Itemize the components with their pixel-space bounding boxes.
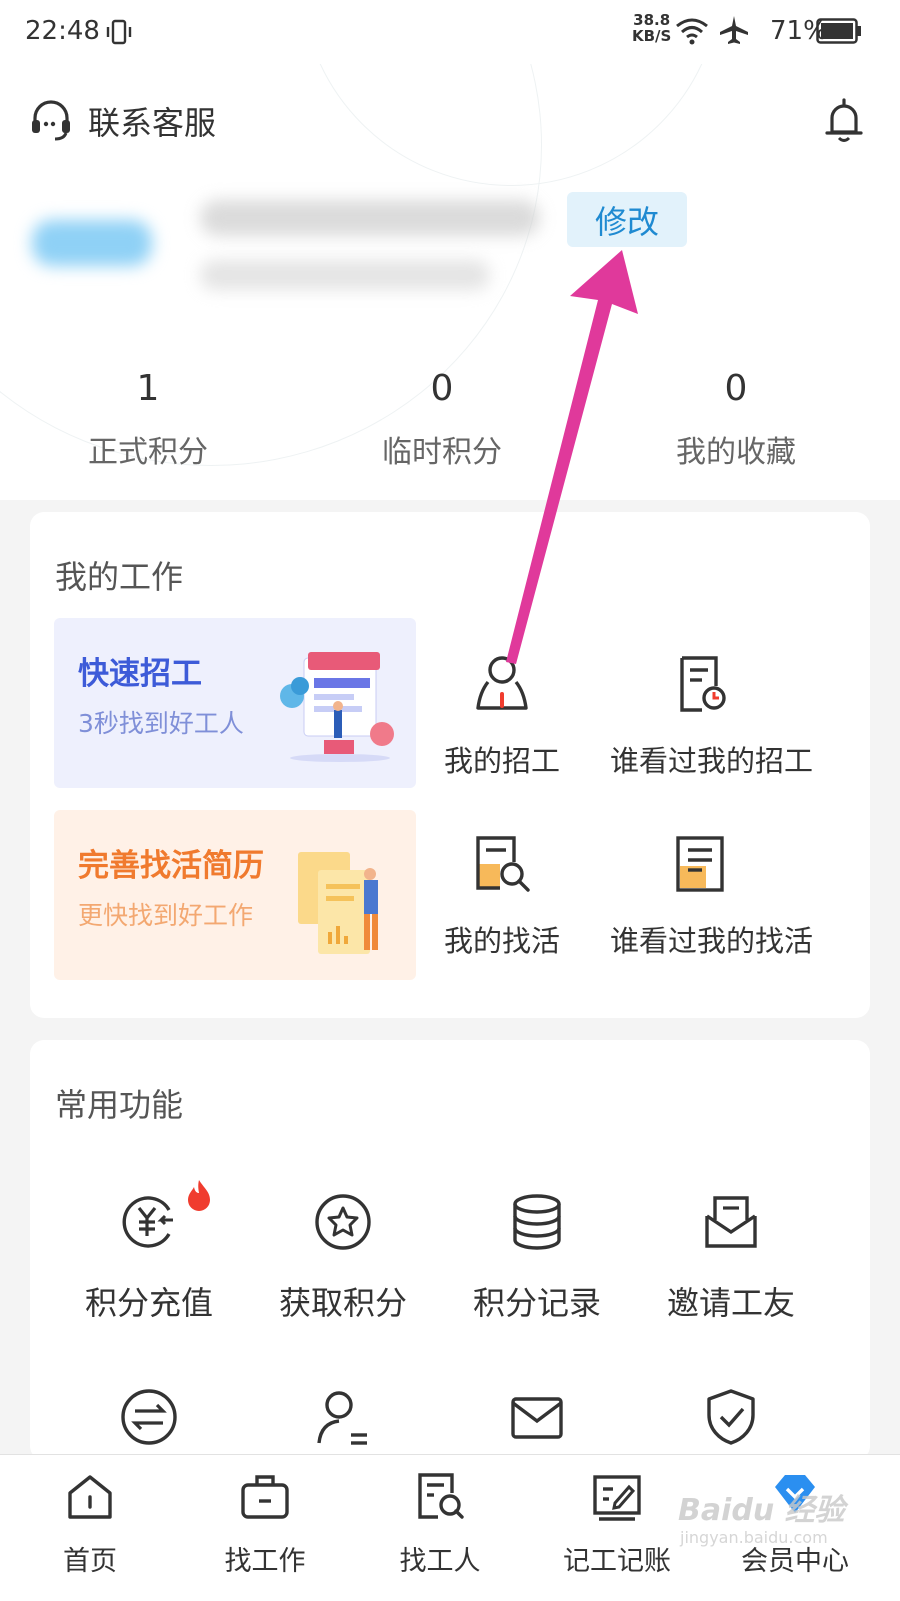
promo-subtitle: 3秒找到好工人: [78, 709, 244, 738]
avatar-blur: [32, 220, 152, 266]
edit-profile-button[interactable]: 修改: [567, 192, 687, 247]
my-work-card: 我的工作 快速招工 3秒找到好工人 完善找活简历 更快找到好工作 我的招工 谁看…: [30, 512, 870, 1018]
home-icon: [68, 1475, 112, 1519]
promo-title: 快速招工: [78, 656, 202, 692]
common-functions-title: 常用功能: [55, 1086, 184, 1124]
star-icon: [315, 1194, 371, 1250]
worker-icon: [476, 656, 528, 710]
stat-temp-points[interactable]: 0 临时积分: [322, 368, 562, 471]
stat-value: 1: [136, 368, 160, 409]
exchange-icon: [121, 1389, 177, 1445]
exchange-item[interactable]: [50, 1385, 248, 1453]
promo-title: 完善找活简历: [78, 848, 264, 884]
baidu-watermark: Baidu 经验: [678, 1493, 845, 1528]
nav-label: 找工人: [399, 1546, 481, 1577]
security-item[interactable]: [632, 1385, 830, 1453]
stat-label: 临时积分: [382, 435, 502, 470]
stat-label: 我的收藏: [676, 435, 796, 470]
get-points-item[interactable]: 获取积分: [244, 1190, 442, 1324]
my-job-search-item[interactable]: 我的找活: [412, 832, 592, 960]
wifi-icon: [676, 18, 708, 45]
airplane-icon: [720, 16, 748, 44]
fire-icon: [188, 1180, 210, 1211]
mail-open-icon: [705, 1196, 757, 1248]
common-functions-card: 常用功能 积分充值 获取积分 积分记录 邀请工友: [30, 1040, 870, 1460]
stat-value: 0: [724, 368, 748, 409]
headset-icon: [32, 100, 70, 141]
my-recruit-item[interactable]: 我的招工: [412, 652, 592, 780]
messages-item[interactable]: [438, 1385, 636, 1453]
stat-label: 正式积分: [88, 435, 208, 470]
nav-home[interactable]: 首页: [0, 1469, 180, 1578]
worker-search-icon: [418, 1473, 464, 1519]
points-record-item[interactable]: 积分记录: [438, 1190, 636, 1324]
vibrate-icon: [106, 19, 132, 45]
profile-info-blurred: [30, 190, 550, 320]
points-recharge-item[interactable]: 积分充值: [50, 1180, 248, 1324]
database-icon: [513, 1194, 561, 1250]
status-time: 22:48: [25, 16, 100, 46]
work-item-label: 谁看过我的找活: [610, 924, 814, 958]
work-item-label: 谁看过我的招工: [610, 744, 814, 778]
resume-illustration: [298, 852, 378, 954]
baidu-watermark-url: jingyan.baidu.com: [680, 1528, 828, 1547]
nav-label: 首页: [63, 1546, 117, 1577]
ledger-icon: [593, 1475, 641, 1521]
user-item[interactable]: [244, 1385, 442, 1453]
function-label: 积分充值: [84, 1284, 213, 1322]
recruit-illustration: [280, 652, 394, 762]
stat-favorites[interactable]: 0 我的收藏: [616, 368, 856, 471]
function-label: 积分记录: [472, 1284, 601, 1322]
complete-resume-banner[interactable]: 完善找活简历 更快找到好工作: [54, 810, 416, 980]
who-viewed-job-search-item[interactable]: 谁看过我的找活: [610, 832, 814, 960]
who-viewed-recruit-item[interactable]: 谁看过我的招工: [610, 652, 814, 780]
shield-check-icon: [707, 1389, 755, 1445]
contact-service-button[interactable]: 联系客服: [28, 98, 216, 144]
bell-icon[interactable]: [824, 96, 864, 146]
promo-subtitle: 更快找到好工作: [78, 901, 254, 930]
my-work-title: 我的工作: [55, 558, 184, 596]
nav-find-worker[interactable]: 找工人: [350, 1469, 530, 1578]
work-item-label: 我的招工: [443, 744, 560, 778]
function-label: 邀请工友: [666, 1284, 795, 1322]
invite-workers-item[interactable]: 邀请工友: [632, 1190, 830, 1324]
contact-service-label: 联系客服: [88, 104, 217, 142]
doc-list-icon: [676, 836, 724, 892]
user-minus-icon: [317, 1391, 367, 1445]
net-speed: 38.8 KB/S: [632, 11, 672, 45]
doc-search-icon: [476, 836, 530, 892]
nav-find-job[interactable]: 找工作: [175, 1469, 355, 1578]
work-item-label: 我的找活: [443, 924, 560, 958]
yuan-recharge-icon: [122, 1196, 173, 1248]
mail-icon: [511, 1397, 563, 1439]
stat-value: 0: [430, 368, 454, 409]
briefcase-icon: [241, 1475, 289, 1519]
nav-label: 找工作: [224, 1546, 306, 1577]
status-bar: 22:48 38.8 KB/S 71%: [0, 0, 900, 64]
stat-formal-points[interactable]: 1 正式积分: [28, 368, 268, 471]
doc-view-icon: [680, 656, 726, 712]
battery-icon: [816, 18, 861, 44]
function-label: 获取积分: [278, 1284, 407, 1322]
quick-recruit-banner[interactable]: 快速招工 3秒找到好工人: [54, 618, 416, 788]
